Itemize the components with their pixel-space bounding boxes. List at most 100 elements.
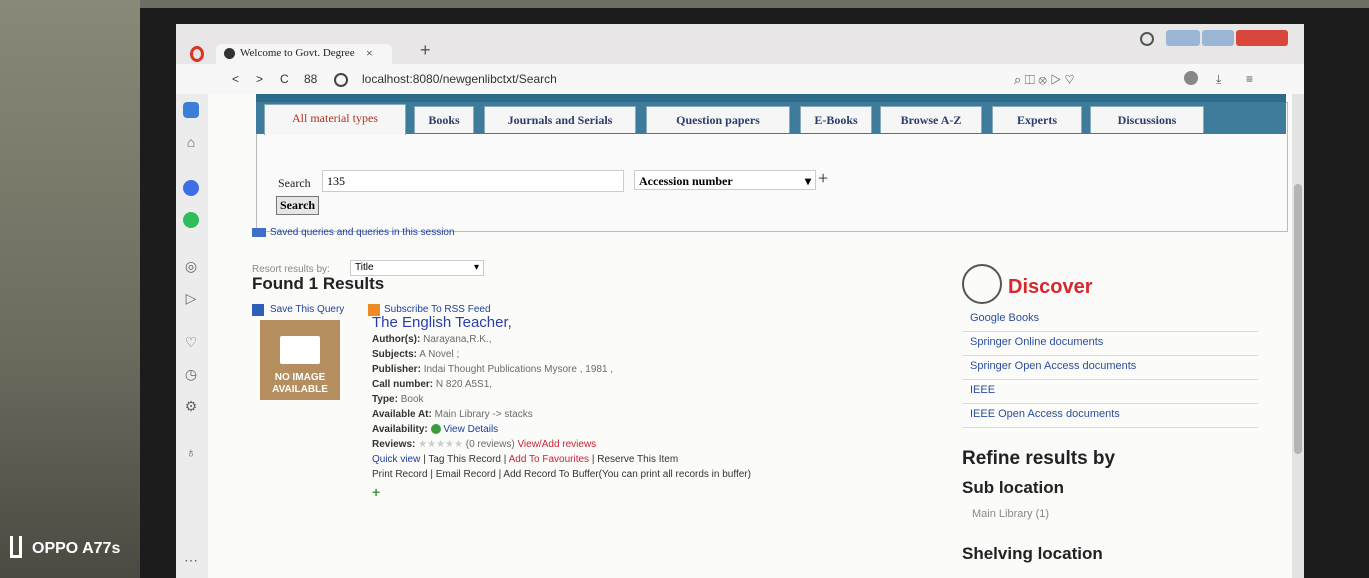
search-tabs-icon[interactable]: [1140, 32, 1154, 46]
book-icon: [280, 336, 320, 364]
camera-logo-icon: [10, 536, 22, 558]
save-query-link[interactable]: Save This Query: [270, 304, 344, 315]
settings-icon[interactable]: ⚙: [183, 398, 199, 414]
no-image-placeholder: NO IMAGE AVAILABLE: [260, 320, 340, 400]
author-link[interactable]: Narayana,R.K.,: [423, 334, 491, 345]
forward-button[interactable]: >: [256, 72, 263, 86]
reserve-item-link[interactable]: Reserve This Item: [597, 454, 678, 465]
home-icon[interactable]: [183, 102, 199, 118]
springer-online-link[interactable]: Springer Online documents: [962, 332, 1258, 356]
discover-links: Google Books Springer Online documents S…: [962, 308, 1258, 428]
search-button[interactable]: Search: [276, 196, 320, 215]
tab-e-books[interactable]: E-Books: [800, 106, 872, 133]
tab-books[interactable]: Books: [414, 106, 474, 133]
ieee-link[interactable]: IEEE: [962, 380, 1258, 404]
tab-browse-a-z[interactable]: Browse A-Z: [880, 106, 982, 133]
call-number-row: Call number: N 820 A5S1,: [372, 379, 792, 394]
messenger-icon[interactable]: [183, 180, 199, 196]
shelving-heading: Shelving location: [962, 544, 1103, 563]
whatsapp-icon[interactable]: [183, 212, 199, 228]
history-icon[interactable]: ◷: [183, 366, 199, 382]
search-field-select[interactable]: Accession number ▾: [634, 170, 816, 190]
saved-queries-link[interactable]: Saved queries and queries in this sessio…: [270, 227, 455, 238]
expand-plus-icon[interactable]: +: [372, 484, 792, 500]
chevron-down-icon: ▾: [804, 174, 811, 188]
publisher-value: Indai Thought Publications Mysore , 1981…: [423, 364, 614, 375]
reload-button[interactable]: C: [280, 72, 289, 86]
no-image-text-1: NO IMAGE: [274, 372, 326, 383]
top-strip: [256, 94, 1286, 102]
tab-title: Welcome to Govt. Degree: [240, 47, 355, 59]
subjects-row: Subjects: A Novel ;: [372, 349, 792, 364]
tag-record-link[interactable]: Tag This Record: [428, 454, 501, 465]
discover-title: Discover: [1008, 276, 1093, 298]
profile-icon[interactable]: [1184, 71, 1198, 85]
toolbar-icons[interactable]: ⌕ ◫ ⊗ ▷ ♡: [1014, 72, 1075, 88]
browser-sidebar: ⌂ ◎ ▷ ♡ ◷ ⚙ ♁ ⋯: [176, 94, 209, 578]
separator: |: [498, 469, 502, 480]
player-icon[interactable]: ◎: [183, 258, 199, 274]
subjects-link[interactable]: A Novel ;: [419, 349, 459, 360]
tab-journals-and-serials[interactable]: Journals and Serials: [484, 106, 636, 133]
page-scrollbar[interactable]: [1292, 94, 1304, 578]
search-label: Search: [278, 176, 311, 190]
star-rating: ★★★★★: [418, 439, 463, 450]
ieee-open-access-link[interactable]: IEEE Open Access documents: [962, 404, 1258, 428]
close-tab-icon[interactable]: ×: [366, 46, 373, 61]
google-books-link[interactable]: Google Books: [962, 308, 1258, 332]
quick-view-link[interactable]: Quick view: [372, 454, 420, 465]
globe-icon: [962, 264, 1002, 304]
site-info-icon[interactable]: [334, 73, 348, 87]
pin-icon[interactable]: ♁: [183, 444, 199, 460]
address-bar: < > C 88 localhost:8080/newgenlibctxt/Se…: [176, 64, 1304, 95]
background-wall: [0, 0, 140, 578]
download-icon[interactable]: ⤓: [1216, 72, 1221, 87]
email-record-link[interactable]: Email Record: [436, 469, 496, 480]
back-button[interactable]: <: [232, 72, 239, 86]
tab-question-papers[interactable]: Question papers: [646, 106, 790, 133]
available-row: Available At: Main Library -> stacks: [372, 409, 792, 424]
scrollbar-thumb[interactable]: [1294, 184, 1302, 454]
page-content: All material types Books Journals and Se…: [208, 94, 1292, 578]
result-metadata: Author(s): Narayana,R.K., Subjects: A No…: [372, 334, 792, 500]
camera-watermark: OPPO A77s: [32, 540, 121, 557]
maximize-button[interactable]: [1202, 30, 1234, 46]
resort-value: Title: [355, 262, 374, 273]
new-tab-button[interactable]: +: [420, 40, 431, 61]
search-input[interactable]: 135: [322, 170, 624, 192]
opera-logo-icon[interactable]: [190, 46, 204, 62]
result-title-link[interactable]: The English Teacher,: [372, 314, 512, 331]
heart-icon[interactable]: ♡: [183, 334, 199, 350]
add-favourites-link[interactable]: Add To Favourites: [509, 454, 589, 465]
print-record-link[interactable]: Print Record: [372, 469, 428, 480]
tab-experts[interactable]: Experts: [992, 106, 1082, 133]
tab-all-material-types[interactable]: All material types: [264, 104, 406, 135]
call-value: N 820 A5S1,: [435, 379, 493, 390]
url-field[interactable]: localhost:8080/newgenlibctxt/Search: [362, 72, 557, 86]
sub-location-item[interactable]: Main Library (1): [962, 508, 1258, 520]
tab-discussions[interactable]: Discussions: [1090, 106, 1204, 133]
availability-label: Availability:: [372, 424, 428, 435]
view-details-link[interactable]: View Details: [443, 424, 498, 435]
add-to-buffer-link[interactable]: Add Record To Buffer(You can print all r…: [503, 469, 751, 480]
refine-heading: Refine results by: [962, 448, 1116, 469]
globe-icon: [224, 48, 235, 59]
add-row-icon[interactable]: +: [818, 168, 828, 189]
discover-panel: Discover Google Books Springer Online do…: [962, 264, 1258, 564]
speed-dial-icon[interactable]: ⌂: [183, 134, 199, 150]
menu-icon[interactable]: ≡: [1246, 72, 1253, 86]
close-window-button[interactable]: [1236, 30, 1288, 46]
minimize-button[interactable]: [1166, 30, 1200, 46]
browser-window: Welcome to Govt. Degree × + < > C 88 loc…: [176, 24, 1304, 578]
speed-dial-icon[interactable]: 88: [304, 72, 317, 86]
subjects-label: Subjects:: [372, 349, 418, 360]
browser-tab[interactable]: Welcome to Govt. Degree ×: [216, 44, 392, 64]
view-add-reviews-link[interactable]: View/Add reviews: [517, 439, 596, 450]
available-value: Main Library -> stacks: [434, 409, 533, 420]
send-icon[interactable]: ▷: [183, 290, 199, 306]
folder-icon: [252, 228, 266, 237]
sub-location-heading: Sub location: [962, 478, 1064, 497]
more-icon[interactable]: ⋯: [183, 552, 199, 568]
publisher-row: Publisher: Indai Thought Publications My…: [372, 364, 792, 379]
springer-open-access-link[interactable]: Springer Open Access documents: [962, 356, 1258, 380]
